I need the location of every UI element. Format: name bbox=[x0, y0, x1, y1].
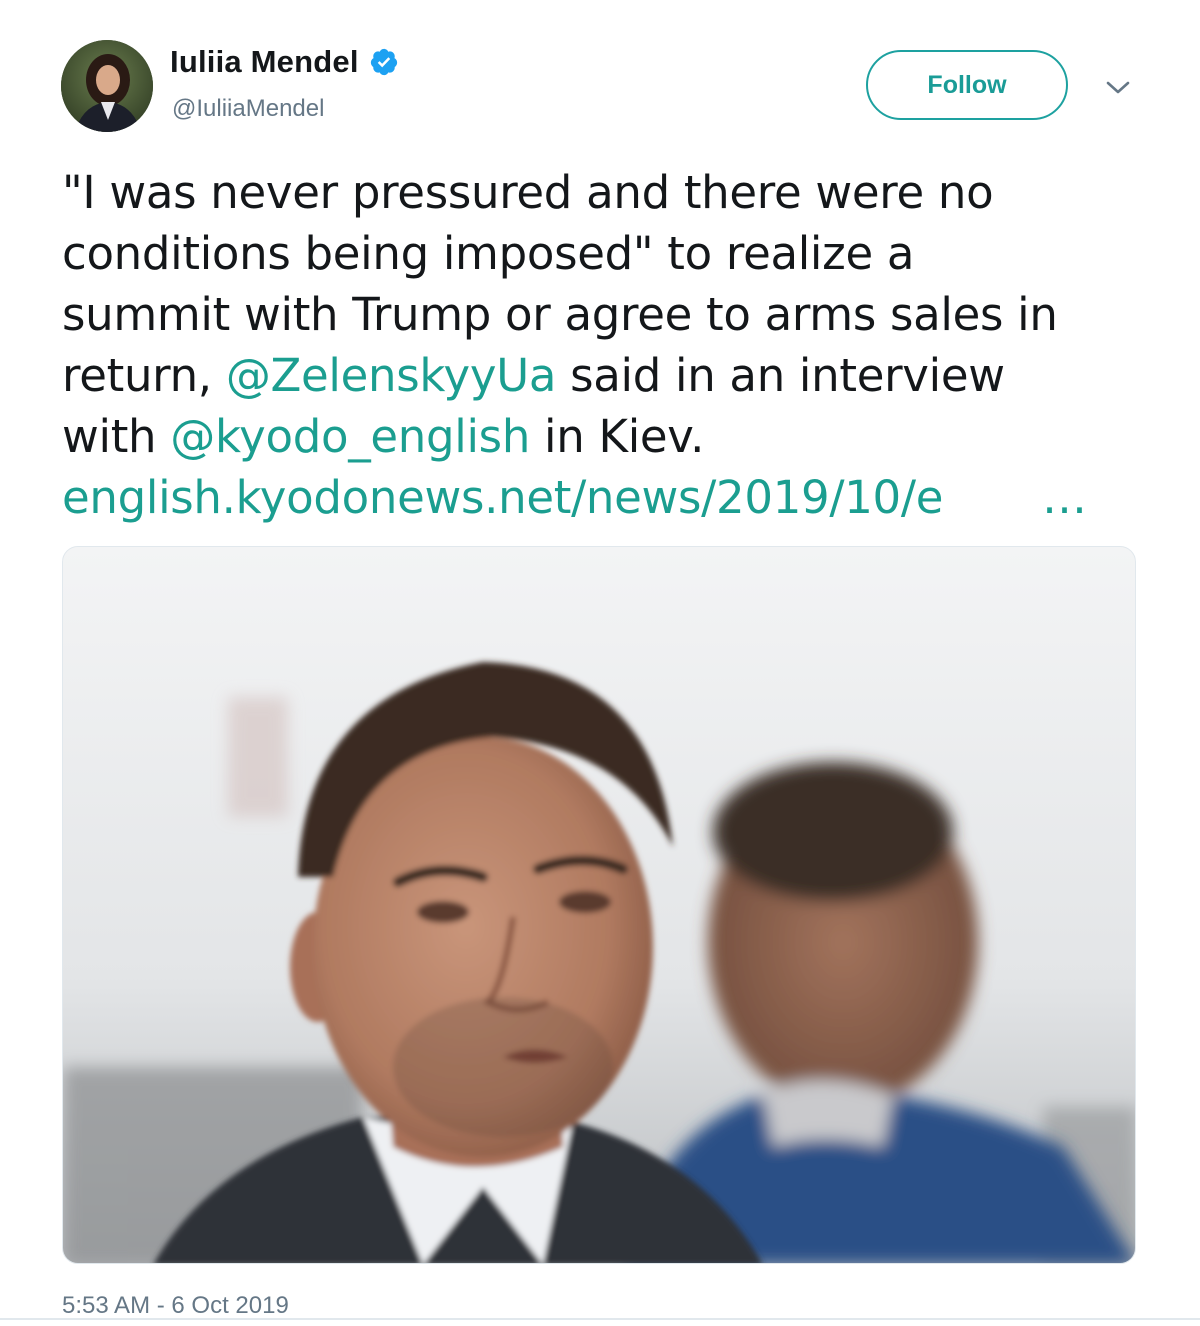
url-ellipsis: … bbox=[1042, 471, 1087, 524]
tweet-text-line: conditions being imposed" to realize a bbox=[62, 227, 915, 280]
more-options-button[interactable] bbox=[1102, 74, 1134, 102]
tweet-url-line: english.kyodonews.net/news/2019/10/e … bbox=[62, 467, 1152, 528]
chevron-down-icon bbox=[1106, 81, 1130, 94]
verified-badge-icon bbox=[369, 47, 399, 77]
tweet-card: Iuliia Mendel @IuliiaMendel Follow "I wa… bbox=[0, 0, 1200, 1326]
tweet-text-segment: return, bbox=[62, 349, 226, 402]
author-display-name[interactable]: Iuliia Mendel bbox=[170, 44, 359, 80]
article-url-link[interactable]: english.kyodonews.net/news/2019/10/e bbox=[62, 471, 943, 524]
tweet-text-segment: with bbox=[62, 410, 171, 463]
tweet-text: "I was never pressured and there were no… bbox=[62, 162, 1152, 528]
tweet-text-segment: said in an interview bbox=[556, 349, 1005, 402]
tweet-timestamp[interactable]: 5:53 AM - 6 Oct 2019 bbox=[62, 1292, 289, 1320]
tweet-text-line: "I was never pressured and there were no bbox=[62, 166, 994, 219]
author-name-row: Iuliia Mendel bbox=[170, 44, 399, 80]
avatar-image bbox=[61, 40, 153, 132]
mention-link-zelenskyyua[interactable]: @ZelenskyyUa bbox=[226, 349, 557, 402]
avatar[interactable] bbox=[61, 40, 153, 132]
tweet-text-segment: in Kiev. bbox=[530, 410, 705, 463]
divider bbox=[0, 1318, 1200, 1320]
tweet-photo[interactable] bbox=[62, 546, 1136, 1264]
author-handle[interactable]: @IuliiaMendel bbox=[172, 95, 324, 123]
follow-button[interactable]: Follow bbox=[866, 50, 1068, 120]
tweet-text-line: with @kyodo_english in Kiev. bbox=[62, 406, 1152, 467]
tweet-text-line: return, @ZelenskyyUa said in an intervie… bbox=[62, 345, 1152, 406]
tweet-text-line: summit with Trump or agree to arms sales… bbox=[62, 288, 1058, 341]
mention-link-kyodo-english[interactable]: @kyodo_english bbox=[170, 410, 530, 463]
photo-image bbox=[63, 547, 1135, 1263]
